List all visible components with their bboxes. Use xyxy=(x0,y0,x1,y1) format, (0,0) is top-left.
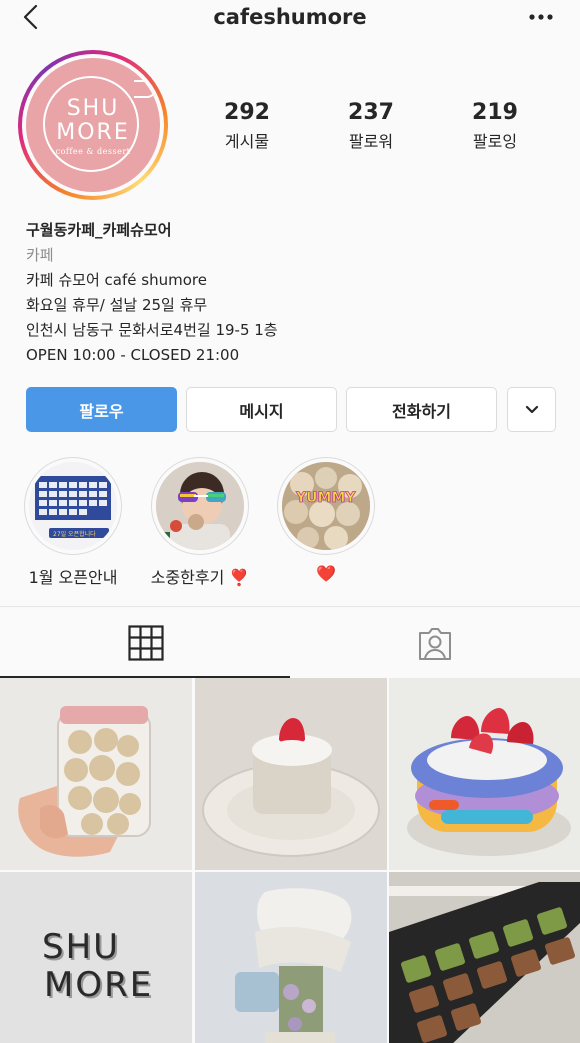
sign-line2: MORE xyxy=(44,965,153,1005)
highlight-reviews[interactable]: 소중한후기 ❣️ xyxy=(145,457,255,588)
shumore-sign-image: SHU MORE SHU MORE xyxy=(0,872,192,1043)
highlight-label: 소중한후기 ❣️ xyxy=(150,568,250,587)
logo-text-line2: MORE xyxy=(56,120,130,145)
post-thumbnail-shumore-sign[interactable]: SHU MORE SHU MORE xyxy=(0,872,192,1043)
profile-tabs xyxy=(0,606,580,678)
followers-count-label: 팔로워 xyxy=(348,132,394,151)
highlight-label: 1월 오픈안내 xyxy=(28,568,118,587)
profile-username: cafeshumore xyxy=(213,5,367,29)
profile-category: 카페 xyxy=(26,246,54,264)
call-button[interactable]: 전화하기 xyxy=(346,387,497,432)
sign-line1: SHU xyxy=(42,927,120,967)
chevron-down-icon xyxy=(525,405,538,413)
flower-bouquet-image xyxy=(195,872,387,1043)
post-thumbnail-cookie-jar[interactable] xyxy=(0,678,192,870)
avatar-inner: SHU MORE coffee & dessert xyxy=(22,54,164,196)
highlight-ring: YUMMY xyxy=(277,457,375,555)
cookie-jar-image xyxy=(0,678,192,870)
profile-bio: 구월동카페_카페슈모어 카페 카페 슈모어 café shumore 화요일 휴… xyxy=(26,218,556,368)
posts-grid: SHU MORE SHU MORE xyxy=(0,678,580,1043)
bio-line-hours: OPEN 10:00 - CLOSED 21:00 xyxy=(26,346,240,364)
highlight-cover-child-photo xyxy=(156,462,244,550)
strawberry-snow-cake-image xyxy=(195,678,387,870)
highlight-ring: 27일 오픈합니다 xyxy=(24,457,122,555)
strawberry-decorated-cake-image xyxy=(389,678,580,870)
followers-count-value: 237 xyxy=(348,100,394,125)
bio-line-address[interactable]: 인천시 남동구 문화서로4번길 19-5 1층 xyxy=(26,318,556,343)
post-thumbnail-chocolates-box[interactable] xyxy=(389,872,580,1043)
posts-count-value: 292 xyxy=(224,100,270,125)
logo-text-line1: SHU xyxy=(66,96,120,121)
logo-subtitle: coffee & dessert xyxy=(55,147,131,156)
posts-count[interactable]: 292 게시물 xyxy=(197,100,297,152)
following-count[interactable]: 219 팔로잉 xyxy=(445,100,545,152)
calendar-cover-text: 27일 오픈합니다 xyxy=(53,530,96,538)
tagged-person-icon[interactable] xyxy=(416,625,454,663)
highlight-ring xyxy=(151,457,249,555)
highlight-label: ❤️ xyxy=(316,564,336,583)
post-thumbnail-colorful-cake[interactable] xyxy=(389,678,580,870)
yummy-sticker-text: YUMMY xyxy=(295,490,356,506)
following-count-value: 219 xyxy=(472,100,518,125)
top-bar: cafeshumore xyxy=(0,0,580,36)
followers-count[interactable]: 237 팔로워 xyxy=(321,100,421,152)
more-options-icon[interactable] xyxy=(528,10,554,24)
bio-line-closed-days: 화요일 휴무/ 설날 25일 휴무 xyxy=(26,296,208,314)
post-thumbnail-flower-bouquet[interactable] xyxy=(195,872,387,1043)
profile-avatar[interactable]: SHU MORE coffee & dessert xyxy=(18,50,168,200)
bio-line-cafe-name: 카페 슈모어 café shumore xyxy=(26,271,207,289)
suggested-accounts-button[interactable] xyxy=(507,387,556,432)
highlight-cover-calendar: 27일 오픈합니다 xyxy=(29,462,117,550)
matcha-chocolate-box-image xyxy=(389,872,580,1043)
child-with-sunglasses-thumbnail xyxy=(156,462,244,550)
follow-button[interactable]: 팔로우 xyxy=(26,387,177,432)
highlight-heart[interactable]: YUMMY ❤️ xyxy=(271,457,381,583)
calendar-thumbnail: 27일 오픈합니다 xyxy=(29,462,117,550)
cookies-yummy-thumbnail: YUMMY xyxy=(282,462,370,550)
shumore-logo: SHU MORE coffee & dessert xyxy=(26,58,160,192)
following-count-label: 팔로잉 xyxy=(472,132,518,151)
highlight-cover-cookies: YUMMY xyxy=(282,462,370,550)
post-thumbnail-strawberry-cake[interactable] xyxy=(195,678,387,870)
posts-count-label: 게시물 xyxy=(224,132,270,151)
grid-icon[interactable] xyxy=(128,625,164,661)
highlight-january-open[interactable]: 27일 오픈합니다 1월 오픈안내 xyxy=(18,457,128,588)
message-button[interactable]: 메시지 xyxy=(186,387,337,432)
profile-display-name: 구월동카페_카페슈모어 xyxy=(26,221,172,239)
